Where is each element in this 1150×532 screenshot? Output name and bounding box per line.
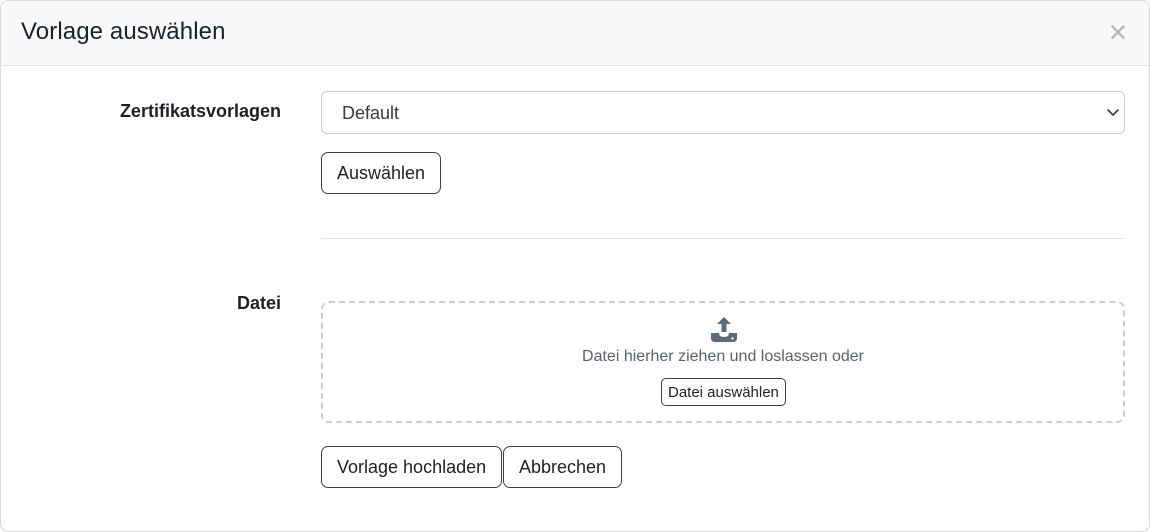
- close-button[interactable]: ×: [1105, 16, 1131, 48]
- template-field-label: Zertifikatsvorlagen: [119, 101, 281, 121]
- file-dropzone[interactable]: Datei hierher ziehen und loslassen oder …: [321, 301, 1125, 423]
- cancel-button[interactable]: Abbrechen: [503, 446, 623, 488]
- upload-icon: [711, 317, 737, 342]
- dialog-title: Vorlage auswählen: [21, 18, 226, 45]
- select-template-dialog: Vorlage auswählen × Zertifikatsvorlagen …: [0, 0, 1150, 532]
- dropzone-instructions: Datei hierher ziehen und loslassen oder: [582, 348, 864, 365]
- section-divider: [321, 238, 1125, 239]
- template-select-value: Default: [342, 103, 400, 123]
- chevron-down-icon: [1107, 109, 1119, 116]
- template-select[interactable]: Default: [321, 91, 1125, 134]
- close-icon: ×: [1108, 14, 1128, 50]
- upload-template-button[interactable]: Vorlage hochladen: [321, 446, 503, 488]
- select-template-button[interactable]: Auswählen: [321, 152, 442, 194]
- dialog-header: Vorlage auswählen ×: [1, 1, 1149, 66]
- choose-file-button[interactable]: Datei auswählen: [661, 378, 786, 406]
- file-field-label: Datei: [236, 293, 281, 313]
